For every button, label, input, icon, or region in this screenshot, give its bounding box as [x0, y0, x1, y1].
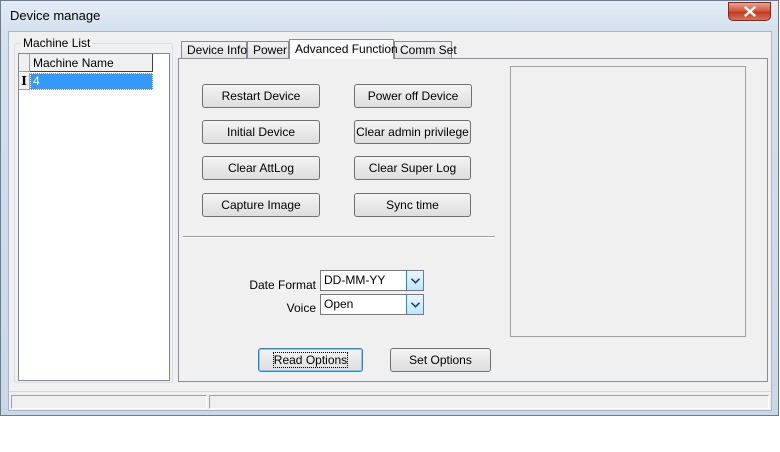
grid-header: Machine Name — [19, 54, 153, 72]
read-options-label: Read Options — [272, 351, 349, 368]
date-format-select[interactable]: DD-MM-YY — [320, 270, 424, 291]
set-options-button[interactable]: Set Options — [390, 348, 491, 372]
clear-super-log-button[interactable]: Clear Super Log — [354, 156, 471, 180]
voice-label: Voice — [286, 301, 316, 315]
status-pane-right — [209, 395, 769, 409]
chevron-down-icon — [410, 277, 420, 284]
close-icon — [743, 6, 756, 17]
voice-dropdown-button[interactable] — [406, 295, 423, 314]
window-client-area: Machine List Machine Name I 4 Device Inf… — [8, 31, 772, 411]
tab-device-info[interactable]: Device Info — [181, 41, 247, 58]
section-divider — [183, 236, 495, 238]
status-bar — [9, 391, 771, 410]
machine-list-grid[interactable]: Machine Name I 4 — [18, 53, 170, 381]
date-format-label: Date Format — [249, 278, 316, 292]
power-off-device-button[interactable]: Power off Device — [354, 84, 472, 108]
table-row[interactable]: I 4 — [19, 73, 153, 90]
restart-device-button[interactable]: Restart Device — [202, 84, 320, 108]
advanced-function-panel: Restart Device Power off Device Initial … — [178, 58, 768, 382]
initial-device-button[interactable]: Initial Device — [202, 120, 320, 144]
tab-advanced-function[interactable]: Advanced Function — [289, 39, 398, 59]
chevron-down-icon — [410, 301, 420, 308]
read-options-button[interactable]: Read Options — [258, 348, 363, 372]
capture-image-button[interactable]: Capture Image — [202, 193, 320, 217]
clear-attlog-button[interactable]: Clear AttLog — [202, 156, 320, 180]
voice-select[interactable]: Open — [320, 294, 424, 315]
tab-power[interactable]: Power — [247, 41, 289, 58]
window-title: Device manage — [10, 8, 101, 23]
title-bar[interactable]: Device manage — [1, 1, 778, 31]
machine-name-cell[interactable]: 4 — [30, 73, 153, 90]
clear-admin-privilege-button[interactable]: Clear admin privilege — [354, 120, 471, 144]
capture-image-preview — [510, 66, 746, 337]
grid-corner-cell — [19, 54, 30, 72]
date-format-value: DD-MM-YY — [324, 273, 386, 287]
status-pane-left — [11, 395, 207, 409]
device-manage-window: Device manage Machine List Machine Name … — [0, 0, 779, 416]
column-header-machine-name[interactable]: Machine Name — [30, 54, 153, 72]
machine-list-group: Machine List Machine Name I 4 — [14, 36, 173, 383]
machine-list-label: Machine List — [21, 36, 93, 50]
text-cursor-icon: I — [19, 73, 30, 90]
close-button[interactable] — [728, 2, 771, 21]
tab-comm-set[interactable]: Comm Set — [394, 41, 457, 58]
voice-value: Open — [324, 297, 354, 311]
date-format-dropdown-button[interactable] — [406, 271, 423, 290]
sync-time-button[interactable]: Sync time — [354, 193, 471, 217]
